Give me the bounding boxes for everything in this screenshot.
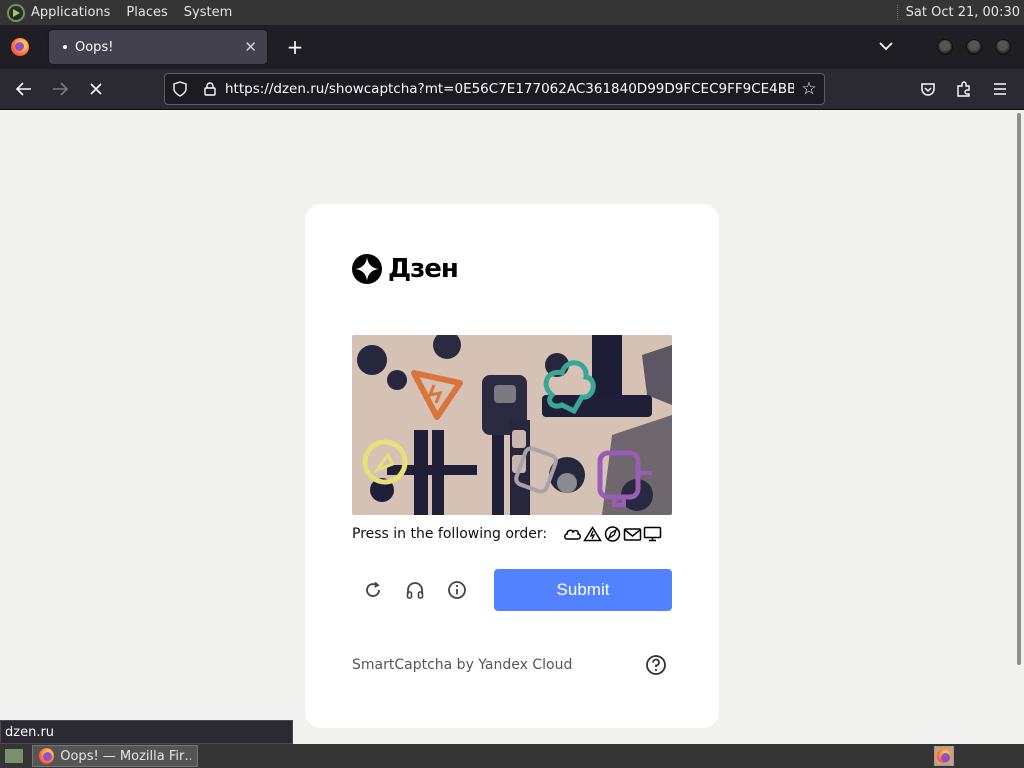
- extensions-button[interactable]: [946, 74, 982, 104]
- compass-icon: [604, 526, 621, 542]
- toolbar-right: [910, 74, 1018, 104]
- refresh-icon: [366, 581, 380, 597]
- workspace-firefox-icon: [937, 749, 951, 763]
- captcha-provider-text: SmartCaptcha by Yandex Cloud: [352, 657, 573, 673]
- applications-logo-icon[interactable]: [7, 3, 25, 22]
- captcha-image[interactable]: [352, 335, 672, 515]
- page-content: Дзен Press in the following order: Submi…: [0, 110, 1024, 744]
- order-icons: [563, 526, 663, 542]
- url-text[interactable]: https://dzen.ru/showcaptcha?mt=0E56C7E17…: [225, 81, 794, 97]
- cloud-icon: [564, 529, 582, 540]
- dzen-star-icon: [352, 254, 382, 284]
- taskbar-window-title: Oops! — Mozilla Fir…: [60, 748, 191, 764]
- headphones-icon: [406, 582, 424, 599]
- show-desktop-icon[interactable]: [4, 748, 24, 764]
- bottom-panel: Oops! — Mozilla Fir…: [0, 744, 1024, 768]
- list-all-tabs-button[interactable]: [879, 39, 893, 55]
- instruction-text: Press in the following order:: [352, 526, 548, 542]
- taskbar-window-firefox[interactable]: Oops! — Mozilla Fir…: [32, 745, 198, 767]
- close-tab-icon[interactable]: ✕: [244, 38, 257, 56]
- bookmark-star-icon[interactable]: ☆: [794, 79, 824, 99]
- tab-strip: Oops! ✕ +: [0, 25, 1024, 69]
- envelope-icon: [623, 528, 642, 541]
- minimize-window-button[interactable]: [937, 39, 953, 55]
- menu-system[interactable]: System: [184, 5, 232, 20]
- new-tab-button[interactable]: +: [283, 35, 307, 59]
- menu-places[interactable]: Places: [126, 5, 167, 20]
- pocket-button[interactable]: [910, 74, 946, 104]
- info-icon: [448, 581, 466, 599]
- stop-loading-button[interactable]: [78, 74, 114, 104]
- dzen-logo: Дзен: [352, 254, 459, 284]
- puzzle-piece-icon: [957, 81, 970, 97]
- monitor-icon: [643, 526, 662, 542]
- menu-applications[interactable]: Applications: [31, 5, 110, 20]
- top-menu: Applications Places System: [0, 3, 248, 22]
- tracking-protection-shield-icon[interactable]: [165, 81, 195, 97]
- tab-title: Oops!: [75, 39, 114, 55]
- back-arrow-icon: [16, 82, 31, 96]
- close-window-button[interactable]: [995, 39, 1011, 55]
- forward-button[interactable]: [42, 74, 78, 104]
- hamburger-menu-icon: [994, 83, 1006, 95]
- top-panel: Applications Places System Sat Oct 21, 0…: [0, 0, 1024, 25]
- captcha-instruction: Press in the following order:: [352, 526, 663, 542]
- tab-oops[interactable]: Oops! ✕: [49, 30, 267, 64]
- app-menu-button[interactable]: [982, 74, 1018, 104]
- captcha-controls: Submit: [352, 569, 672, 611]
- navigation-toolbar: https://dzen.ru/showcaptcha?mt=0E56C7E17…: [0, 69, 1024, 110]
- captcha-card: Дзен Press in the following order: Submi…: [305, 204, 719, 728]
- clock[interactable]: Sat Oct 21, 00:30: [896, 5, 1020, 20]
- forward-arrow-icon: [53, 82, 68, 96]
- info-button[interactable]: [436, 569, 478, 611]
- maximize-window-button[interactable]: [966, 39, 982, 55]
- lock-icon[interactable]: [195, 82, 225, 96]
- firefox-icon: [39, 748, 55, 764]
- warning-triangle-icon: [583, 526, 602, 542]
- status-link-preview: dzen.ru: [0, 720, 293, 744]
- pocket-icon: [921, 82, 935, 96]
- page-scrollbar[interactable]: [1017, 113, 1021, 665]
- back-button[interactable]: [6, 74, 42, 104]
- submit-button[interactable]: Submit: [494, 569, 672, 611]
- brand-name: Дзен: [388, 254, 459, 284]
- stop-x-icon: [90, 83, 102, 95]
- chevron-down-icon: [879, 42, 893, 51]
- address-bar[interactable]: https://dzen.ru/showcaptcha?mt=0E56C7E17…: [164, 73, 825, 105]
- audio-challenge-button[interactable]: [394, 569, 436, 611]
- refresh-button[interactable]: [352, 569, 394, 611]
- firefox-view-icon[interactable]: [11, 38, 29, 56]
- workspace-switcher[interactable]: [934, 746, 954, 766]
- tab-loading-icon: [63, 45, 67, 49]
- help-question-icon[interactable]: [645, 654, 667, 680]
